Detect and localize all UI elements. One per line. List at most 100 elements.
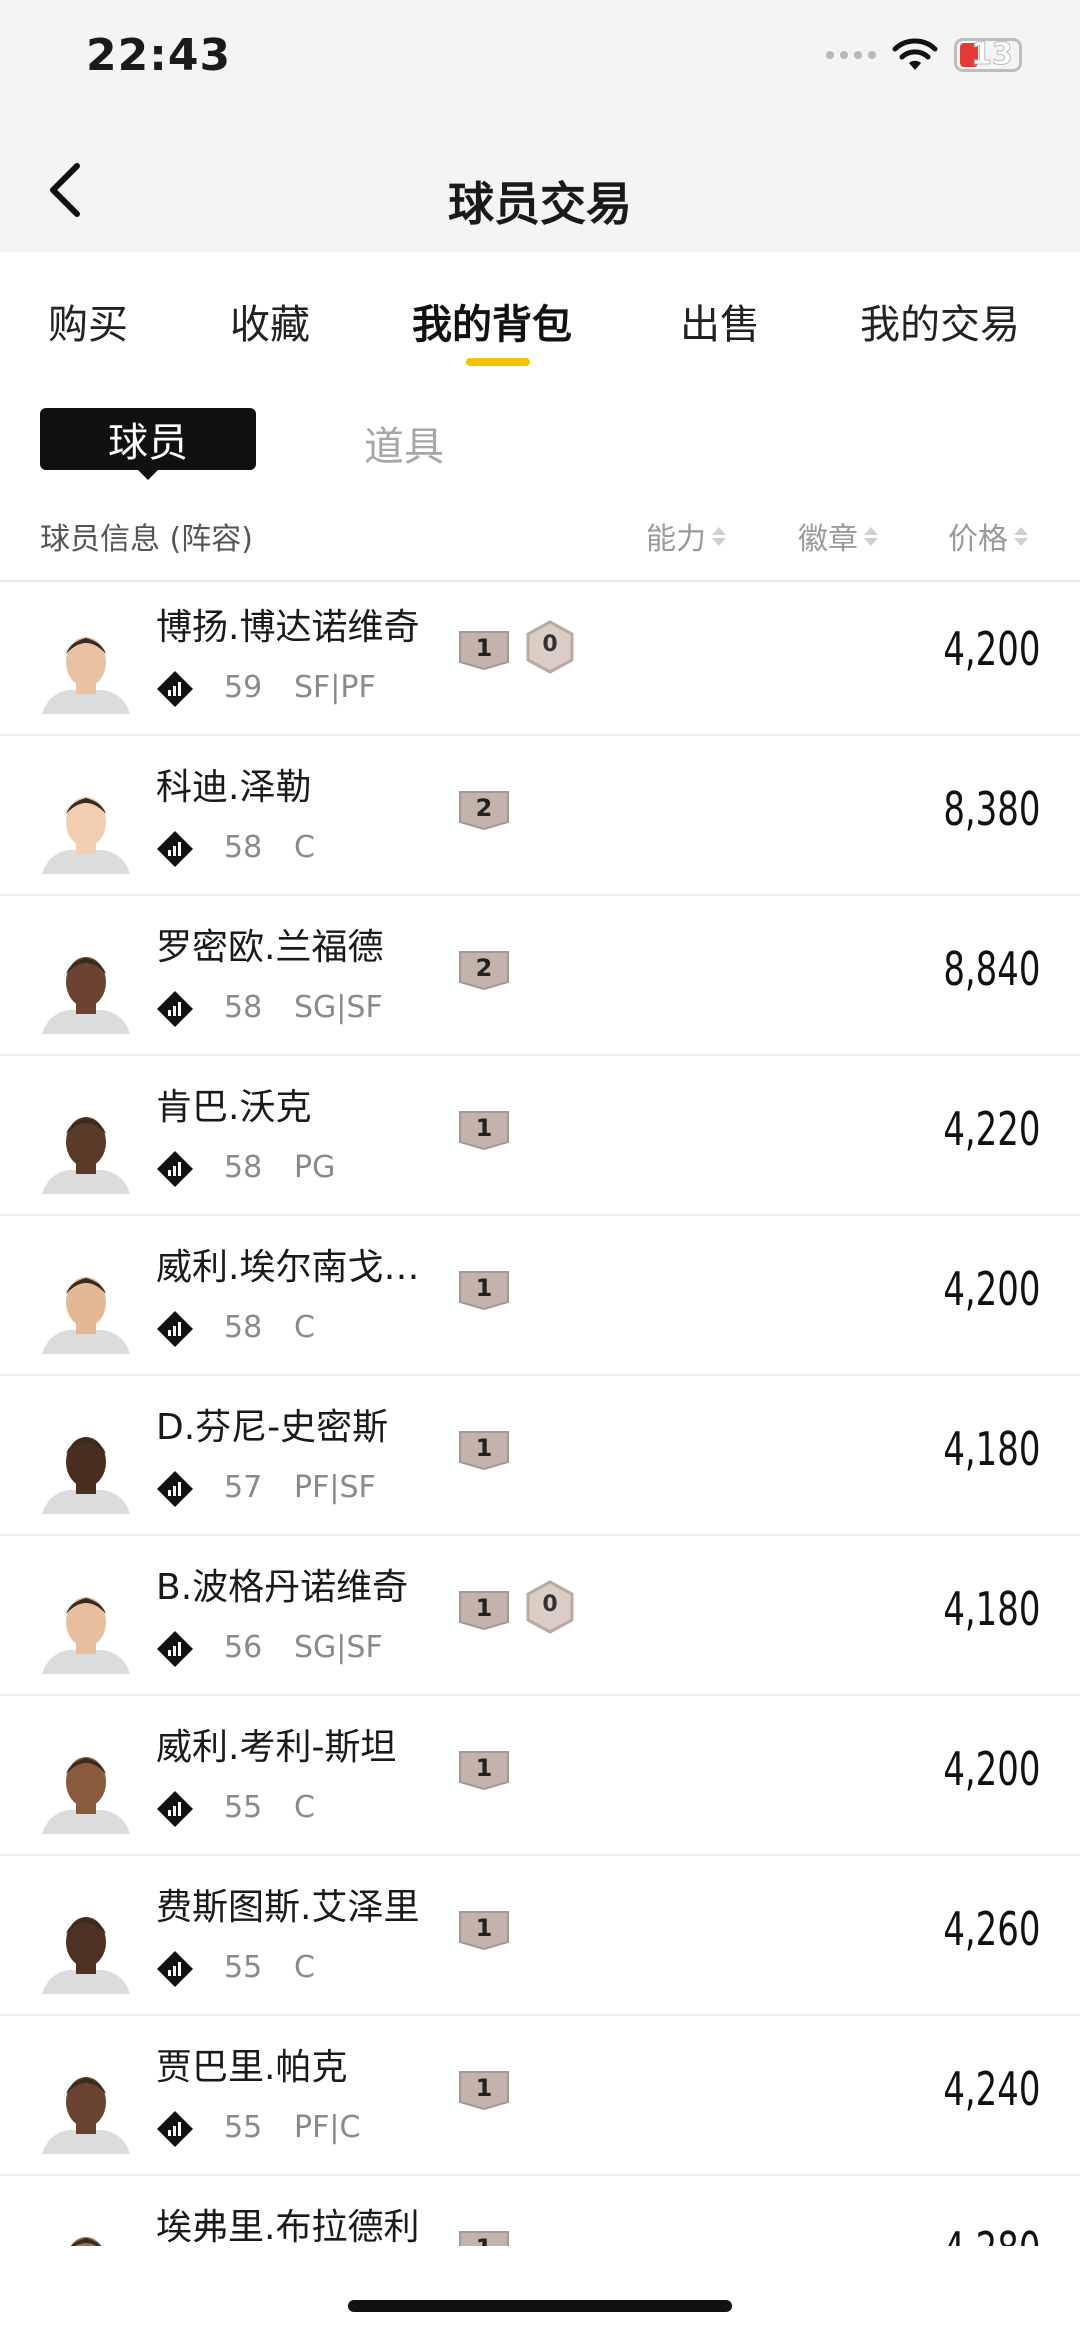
player-rating: 55	[224, 1790, 263, 1825]
signal-diamond-icon	[157, 671, 193, 707]
player-name: D.芬尼-史密斯	[156, 1407, 389, 1448]
sort-ability[interactable]: 能力	[646, 514, 726, 558]
hex-badge-value: 0	[542, 1592, 558, 1617]
level-value: 1	[458, 2234, 510, 2246]
tab-my-backpack[interactable]: 我的背包	[412, 292, 572, 350]
player-avatar	[38, 1264, 134, 1354]
player-row[interactable]: D.芬尼-史密斯 57 PF|SF 1 4,180	[0, 1376, 1080, 1536]
player-price: 8,380	[942, 782, 1040, 836]
tab-favorites[interactable]: 收藏	[230, 292, 310, 350]
player-row[interactable]: 威利.埃尔南戈… 58 C 1 4,200	[0, 1216, 1080, 1376]
player-rating: 56	[224, 1630, 263, 1665]
player-row[interactable]: 费斯图斯.艾泽里 55 C 1 4,260	[0, 1856, 1080, 2016]
player-rating: 55	[224, 2110, 263, 2145]
level-badge: 1	[458, 1110, 510, 1150]
player-row[interactable]: 博扬.博达诺维奇 59 SF|PF 1 0 4,200	[0, 582, 1080, 736]
column-info-label: 球员信息 (阵容)	[40, 522, 253, 557]
player-rating: 58	[224, 1310, 263, 1345]
tab-sell[interactable]: 出售	[680, 292, 760, 350]
player-row[interactable]: 威利.考利-斯坦 55 C 1 4,200	[0, 1696, 1080, 1856]
player-row[interactable]: 贾巴里.帕克 55 PF|C 1 4,240	[0, 2016, 1080, 2176]
signal-diamond-icon	[157, 991, 193, 1027]
player-avatar	[38, 1904, 134, 1994]
level-badge: 2	[458, 950, 510, 990]
player-avatar	[38, 1584, 134, 1674]
player-name: 科迪.泽勒	[156, 767, 312, 808]
level-badge: 1	[458, 1750, 510, 1790]
tab-buy[interactable]: 购买	[48, 292, 128, 350]
player-name: B.波格丹诺维奇	[156, 1567, 409, 1608]
signal-diamond-icon	[157, 1631, 193, 1667]
player-avatar	[38, 624, 134, 714]
hex-badge: 0	[526, 620, 574, 674]
player-row[interactable]: B.波格丹诺维奇 56 SG|SF 1 0 4,180	[0, 1536, 1080, 1696]
page-title: 球员交易	[448, 177, 632, 231]
player-avatar	[38, 1424, 134, 1514]
player-price: 4,260	[942, 1902, 1040, 1956]
signal-diamond-icon	[157, 1951, 193, 1987]
subtab-players[interactable]: 球员	[40, 408, 256, 470]
player-avatar	[38, 944, 134, 1034]
player-rating: 59	[224, 670, 263, 705]
status-indicators: 13	[826, 37, 1022, 73]
level-value: 2	[475, 954, 493, 982]
signal-diamond-icon	[157, 1311, 193, 1347]
battery-icon: 13	[954, 37, 1022, 73]
player-price: 4,180	[942, 1422, 1040, 1476]
status-time: 22:43	[86, 30, 232, 81]
active-tab-indicator	[466, 358, 530, 366]
player-position: SF|PF	[294, 670, 376, 705]
player-position: PF|C	[294, 2110, 361, 2145]
level-value: 1	[475, 634, 493, 662]
signal-diamond-icon	[157, 1791, 193, 1827]
level-value: 1	[475, 1754, 493, 1782]
player-name: 博扬.博达诺维奇	[156, 607, 420, 648]
wifi-icon	[892, 38, 938, 70]
player-rating: 58	[224, 1150, 263, 1185]
player-row[interactable]: 肯巴.沃克 58 PG 1 4,220	[0, 1056, 1080, 1216]
player-avatar	[38, 1104, 134, 1194]
sort-arrows-icon	[1014, 526, 1028, 546]
level-badge: 1	[458, 630, 510, 670]
signal-diamond-icon	[157, 2111, 193, 2147]
sort-arrows-icon	[712, 526, 726, 546]
player-name: 埃弗里.布拉德利	[156, 2207, 420, 2246]
player-price: 4,200	[942, 1742, 1040, 1796]
player-row[interactable]: 科迪.泽勒 58 C 2 8,380	[0, 736, 1080, 896]
player-name: 费斯图斯.艾泽里	[156, 1887, 420, 1928]
subtab-props[interactable]: 道具	[364, 414, 444, 472]
signal-diamond-icon	[157, 831, 193, 867]
column-price-label: 价格	[948, 522, 1008, 557]
player-rating: 55	[224, 1950, 263, 1985]
level-value: 1	[475, 2074, 493, 2102]
level-value: 1	[475, 1594, 493, 1622]
player-rating: 57	[224, 1470, 263, 1505]
battery-level: 13	[971, 37, 1014, 73]
player-row[interactable]: 埃弗里.布拉德利 1 4,280	[0, 2176, 1080, 2246]
player-price: 4,280	[943, 2222, 1040, 2246]
player-price: 8,840	[942, 942, 1040, 996]
player-row[interactable]: 罗密欧.兰福德 58 SG|SF 2 8,840	[0, 896, 1080, 1056]
player-avatar	[38, 2064, 134, 2154]
player-rating: 58	[224, 830, 263, 865]
tab-my-trades[interactable]: 我的交易	[860, 292, 1020, 350]
player-position: PG	[294, 1150, 336, 1185]
level-badge: 1	[458, 2070, 510, 2110]
level-badge: 1	[458, 1270, 510, 1310]
level-value: 2	[475, 794, 493, 822]
hex-badge-value: 0	[542, 632, 558, 657]
level-value: 1	[475, 1914, 493, 1942]
player-name: 威利.埃尔南戈…	[156, 1247, 420, 1288]
player-position: C	[294, 1790, 315, 1825]
level-badge: 1	[458, 2230, 510, 2246]
sort-price[interactable]: 价格	[948, 514, 1028, 558]
player-price: 4,220	[942, 1102, 1040, 1156]
player-position: C	[294, 1310, 315, 1345]
player-rating: 58	[224, 990, 263, 1025]
level-badge: 1	[458, 1590, 510, 1630]
level-badge: 2	[458, 790, 510, 830]
player-name: 肯巴.沃克	[156, 1087, 312, 1128]
sort-badge[interactable]: 徽章	[798, 514, 878, 558]
sort-arrows-icon	[864, 526, 878, 546]
player-avatar	[38, 1744, 134, 1834]
